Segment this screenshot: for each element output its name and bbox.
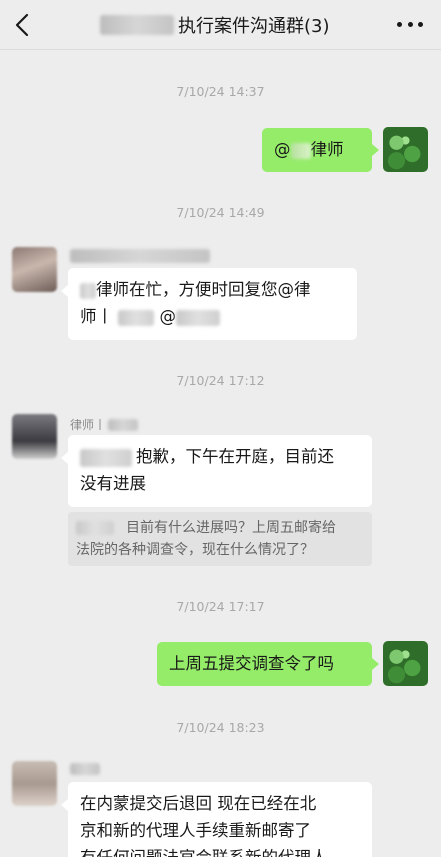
redacted-name xyxy=(118,309,155,326)
self-avatar[interactable] xyxy=(383,641,428,686)
more-dots-icon xyxy=(397,21,402,27)
sender-avatar[interactable] xyxy=(12,761,57,806)
redacted-name xyxy=(176,309,220,326)
chat-title-text: 执行案件沟通群(3) xyxy=(178,16,330,37)
timestamp: 7/10/24 17:17 xyxy=(176,599,265,614)
quoted-message[interactable]: 目前有什么进展吗？上周五邮寄给 法院的各种调查令，现在什么情况了？ xyxy=(68,512,372,566)
timestamp: 7/10/24 14:49 xyxy=(176,205,265,220)
sender-avatar[interactable] xyxy=(12,247,57,292)
chevron-left-icon xyxy=(15,13,29,37)
message-bubble-incoming[interactable]: 抱歉，下午在开庭，目前还 没有进展 xyxy=(68,435,372,507)
more-button[interactable] xyxy=(397,14,423,34)
redacted-sender-name xyxy=(108,418,139,431)
chat-title: 执行案件沟通群(3) xyxy=(100,13,330,37)
message-bubble-incoming[interactable]: 律师在忙，方便时回复您@律 师丨 @ xyxy=(68,268,357,340)
chat-header: 执行案件沟通群(3) xyxy=(0,0,441,50)
back-button[interactable] xyxy=(12,12,34,38)
redacted-name xyxy=(290,142,311,159)
redacted-sender-name xyxy=(70,763,100,775)
sender-name xyxy=(70,763,100,775)
message-bubble-outgoing[interactable]: 上周五提交调查令了吗 xyxy=(157,642,372,686)
timestamp: 7/10/24 18:23 xyxy=(176,720,265,735)
sender-name: 律师丨 xyxy=(70,416,139,433)
message-bubble-incoming[interactable]: 在内蒙提交后退回 现在已经在北 京和新的代理人手续重新邮寄了 有任何问题法官会联… xyxy=(68,782,372,857)
redacted-sender-name xyxy=(70,249,210,263)
timestamp: 7/10/24 17:12 xyxy=(176,373,265,388)
redacted-group-name xyxy=(100,15,174,35)
redacted-name xyxy=(80,448,132,467)
redacted-name xyxy=(76,521,114,535)
redacted-name xyxy=(80,282,96,299)
message-bubble-outgoing[interactable]: @ 律师 xyxy=(262,128,372,172)
timestamp: 7/10/24 14:37 xyxy=(176,84,265,99)
sender-name xyxy=(70,249,210,263)
self-avatar[interactable] xyxy=(383,127,428,172)
sender-avatar[interactable] xyxy=(12,414,57,459)
